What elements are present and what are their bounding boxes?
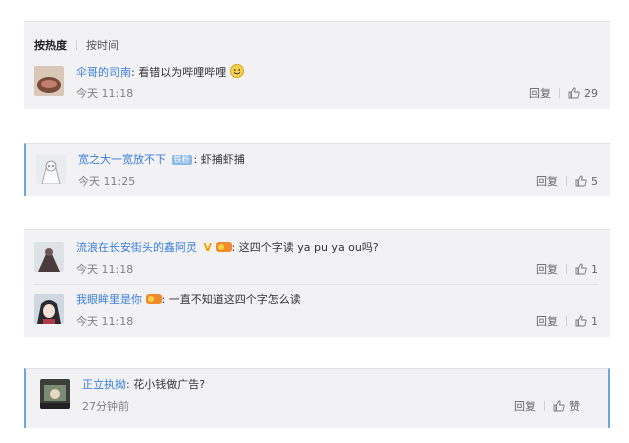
thumbs-up-icon xyxy=(575,175,587,187)
action-separator xyxy=(566,316,567,326)
thumbs-up-icon xyxy=(575,263,587,275)
comment-text: 虾捕虾捕 xyxy=(200,153,245,166)
comment-item: 伞哥的司南: 看错以为哔哩哔哩 今天 11:18 回复 29 xyxy=(34,64,598,104)
comment-item: 宽之大一宽放不下 铁粉: 虾捕虾捕 今天 11:25 回复 5 xyxy=(36,152,598,192)
like-count: 1 xyxy=(591,262,598,276)
avatar[interactable] xyxy=(36,154,66,184)
like-count: 1 xyxy=(591,314,598,328)
reply-button[interactable]: 回复 xyxy=(514,398,536,414)
username-link[interactable]: 伞哥的司南 xyxy=(76,66,131,79)
action-separator xyxy=(566,264,567,274)
verified-v-icon: V xyxy=(203,241,213,254)
thumbs-up-icon xyxy=(575,315,587,327)
action-separator xyxy=(559,88,560,98)
comment-time: 今天 11:18 xyxy=(76,263,134,276)
username-link[interactable]: 我眼眸里是你 xyxy=(76,293,142,306)
comment-line: 伞哥的司南: 看错以为哔哩哔哩 xyxy=(76,64,244,83)
like-label: 赞 xyxy=(569,400,580,413)
thumbs-up-icon xyxy=(553,400,565,412)
like-button[interactable]: 5 xyxy=(575,175,598,188)
like-count: 5 xyxy=(591,174,598,188)
comment-text: 一直不知道这四个字怎么读 xyxy=(168,293,301,306)
action-separator xyxy=(544,401,545,411)
sort-separator xyxy=(76,40,77,50)
username-link[interactable]: 流浪在长安街头的鑫阿灵 xyxy=(76,241,197,254)
comment-card-2: 宽之大一宽放不下 铁粉: 虾捕虾捕 今天 11:25 回复 5 xyxy=(24,143,610,196)
comment-text: 看错以为哔哩哔哩 xyxy=(138,66,227,79)
fan-badge-icon: 铁粉 xyxy=(171,155,192,165)
comment-line: 流浪在长安街头的鑫阿灵 V : 这四个字读 ya pu ya ou吗? xyxy=(76,240,379,258)
like-button[interactable]: 29 xyxy=(568,87,598,100)
username-link[interactable]: 宽之大一宽放不下 xyxy=(78,153,166,166)
like-button[interactable]: 1 xyxy=(575,315,598,328)
fan-badge-icon xyxy=(215,241,232,258)
sort-by-hot-tab[interactable]: 按热度 xyxy=(34,37,67,53)
thumbs-up-icon xyxy=(568,87,580,99)
username-link[interactable]: 正立执拗 xyxy=(82,378,126,391)
avatar[interactable] xyxy=(40,379,70,409)
sort-bar: 按热度 按时间 xyxy=(34,37,119,53)
avatar[interactable] xyxy=(34,294,64,324)
comment-line: 正立执拗: 花小钱做广告? xyxy=(82,377,205,393)
emoji-smile-icon xyxy=(229,64,244,83)
avatar[interactable] xyxy=(34,242,64,272)
like-button[interactable]: 1 xyxy=(575,263,598,276)
reply-button[interactable]: 回复 xyxy=(536,313,558,329)
comment-item: 流浪在长安街头的鑫阿灵 V : 这四个字读 ya pu ya ou吗? 今天 1… xyxy=(34,240,598,280)
comment-actions: 回复 5 xyxy=(536,173,598,189)
comment-time: 今天 11:18 xyxy=(76,87,134,100)
colon: : xyxy=(126,378,130,391)
like-count: 29 xyxy=(584,86,598,100)
colon: : xyxy=(161,293,166,306)
colon: : xyxy=(193,153,198,166)
like-button[interactable]: 赞 xyxy=(553,398,580,414)
comment-text: 花小钱做广告? xyxy=(133,378,206,391)
fan-badge-icon xyxy=(145,293,162,310)
comment-card-3: 流浪在长安街头的鑫阿灵 V : 这四个字读 ya pu ya ou吗? 今天 1… xyxy=(24,229,610,337)
comment-card-1: 按热度 按时间 伞哥的司南: 看错以为哔哩哔哩 今天 11:18 回复 29 xyxy=(24,21,610,109)
comment-time: 27分钟前 xyxy=(82,400,129,413)
sort-by-time-tab[interactable]: 按时间 xyxy=(86,37,119,53)
comment-time: 今天 11:18 xyxy=(76,315,134,328)
comment-line: 宽之大一宽放不下 铁粉: 虾捕虾捕 xyxy=(78,152,245,168)
comment-actions: 回复 1 xyxy=(536,313,598,329)
reply-button[interactable]: 回复 xyxy=(529,85,551,101)
action-separator xyxy=(566,176,567,186)
comment-text: 这四个字读 ya pu ya ou吗? xyxy=(238,241,379,254)
comment-time: 今天 11:25 xyxy=(78,175,136,188)
reply-button[interactable]: 回复 xyxy=(536,173,558,189)
colon: : xyxy=(231,241,236,254)
colon: : xyxy=(131,66,135,79)
comment-item: 我眼眸里是你 : 一直不知道这四个字怎么读 今天 11:18 回复 1 xyxy=(34,292,598,332)
comment-actions: 回复 1 xyxy=(536,261,598,277)
comment-line: 我眼眸里是你 : 一直不知道这四个字怎么读 xyxy=(76,292,301,310)
reply-button[interactable]: 回复 xyxy=(536,261,558,277)
comment-divider xyxy=(34,284,598,285)
comment-actions: 回复 29 xyxy=(529,85,598,101)
avatar[interactable] xyxy=(34,66,64,96)
comment-card-4: 正立执拗: 花小钱做广告? 27分钟前 回复 赞 xyxy=(24,368,610,428)
comment-actions: 回复 赞 xyxy=(514,398,580,414)
comment-item: 正立执拗: 花小钱做广告? 27分钟前 回复 赞 xyxy=(40,377,596,417)
